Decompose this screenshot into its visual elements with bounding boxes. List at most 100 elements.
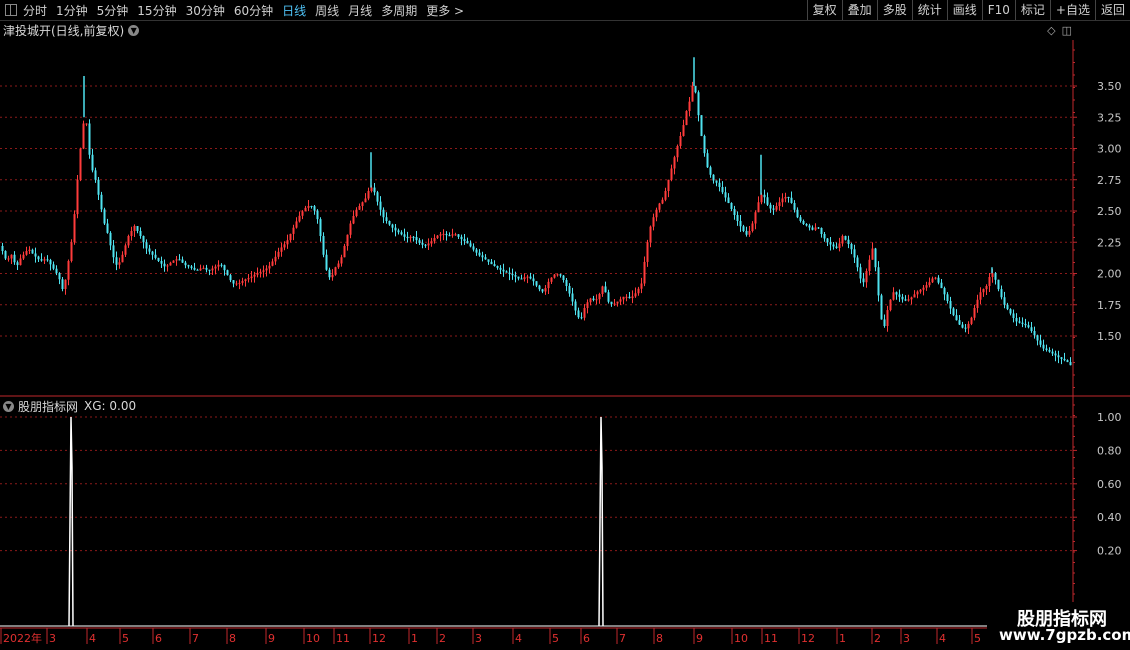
chart-canvas[interactable]: 3.50 3.25 3.00 2.75 2.50 2.25 2.00 1.75 1.50 1.00… (0, 0, 1130, 650)
candle-body (562, 275, 565, 280)
candle-body (706, 153, 709, 168)
candle-body (832, 244, 835, 247)
candle-body (397, 230, 400, 233)
candle-body (196, 269, 199, 271)
candle-body (34, 253, 37, 257)
candle-body (850, 244, 853, 250)
candle-body (1042, 344, 1045, 349)
candle-body (775, 206, 778, 210)
candle-body (208, 269, 211, 271)
candle-body (763, 194, 766, 198)
candle-body (808, 225, 811, 228)
candle-body (478, 252, 481, 256)
candle-body (934, 277, 937, 279)
candle-body (226, 270, 229, 276)
candle-body (97, 179, 100, 195)
candle-body (988, 277, 991, 286)
candle-body (823, 234, 826, 239)
candle-body (715, 180, 718, 183)
candle-body (949, 301, 952, 309)
candle-body (406, 236, 409, 239)
x-tick-label: 2 (439, 632, 446, 645)
candle-body (856, 257, 859, 268)
candle-body (148, 248, 151, 252)
candle-body (634, 293, 637, 297)
candle-body (688, 101, 691, 111)
candle-body (37, 256, 40, 260)
candle-body (457, 234, 460, 237)
x-tick-label: 2 (874, 632, 881, 645)
candle-body (931, 278, 934, 283)
candle-body (448, 235, 451, 237)
candle-body (19, 258, 22, 266)
candle-body (886, 310, 889, 326)
x-tick-label: 12 (801, 632, 815, 645)
candle-body (946, 294, 949, 301)
candle-body (1057, 355, 1060, 358)
candle-body (112, 245, 115, 258)
candle-body (616, 301, 619, 304)
x-tick-label: 12 (372, 632, 386, 645)
candle-body (754, 212, 757, 224)
candle-body (523, 277, 526, 280)
candle-body (862, 278, 865, 283)
y-tick-label: 0.40 (1097, 511, 1122, 524)
candle-body (163, 263, 166, 267)
candle-body (115, 257, 118, 265)
candle-body (730, 203, 733, 209)
candle-body (925, 285, 928, 288)
candle-body (742, 226, 745, 231)
candle-body (1030, 327, 1033, 331)
candle-body (496, 266, 499, 268)
x-tick-label: 11 (764, 632, 778, 645)
candle-body (940, 282, 943, 289)
candle-body (130, 231, 133, 236)
candle-body (880, 295, 883, 320)
candle-body (223, 265, 226, 271)
candle-body (376, 192, 379, 202)
candle-body (697, 92, 700, 116)
candle-body (901, 296, 904, 300)
candle-body (40, 259, 43, 261)
candle-body (658, 203, 661, 210)
candle-body (298, 215, 301, 222)
candle-body (487, 259, 490, 262)
candle-body (598, 294, 601, 300)
candle-body (700, 115, 703, 136)
candle-body (802, 221, 805, 224)
candle-body (427, 243, 430, 246)
candle-body (601, 286, 604, 294)
candle-body (424, 244, 427, 246)
candle-body (334, 267, 337, 275)
chevron-down-icon[interactable]: ▼ (3, 400, 14, 412)
candle-body (433, 238, 436, 242)
candle-body (973, 308, 976, 318)
candle-body (343, 246, 346, 258)
candle-body (910, 297, 913, 300)
candle-body (31, 249, 34, 254)
candle-body (250, 276, 253, 279)
candle-body (787, 197, 790, 198)
candle-body (232, 280, 235, 284)
candle-body (1, 246, 4, 251)
candle-body (565, 280, 568, 286)
candle-body (1024, 323, 1027, 326)
candle-body (508, 272, 511, 274)
candle-body (916, 291, 919, 295)
candle-body (1000, 289, 1003, 298)
candle-body (169, 262, 172, 266)
candle-body (958, 320, 961, 325)
candle-body (280, 247, 283, 252)
y-tick-label: 3.25 (1097, 111, 1122, 124)
candle-body (544, 288, 547, 292)
candle-body (46, 259, 49, 261)
candle-body (175, 259, 178, 261)
candle-body (685, 111, 688, 126)
candle-body (796, 209, 799, 218)
candle-body (835, 246, 838, 248)
candle-body (694, 86, 697, 93)
candle-body (310, 206, 313, 207)
candle-body (109, 232, 112, 246)
candle-body (829, 242, 832, 245)
candle-body (430, 241, 433, 244)
